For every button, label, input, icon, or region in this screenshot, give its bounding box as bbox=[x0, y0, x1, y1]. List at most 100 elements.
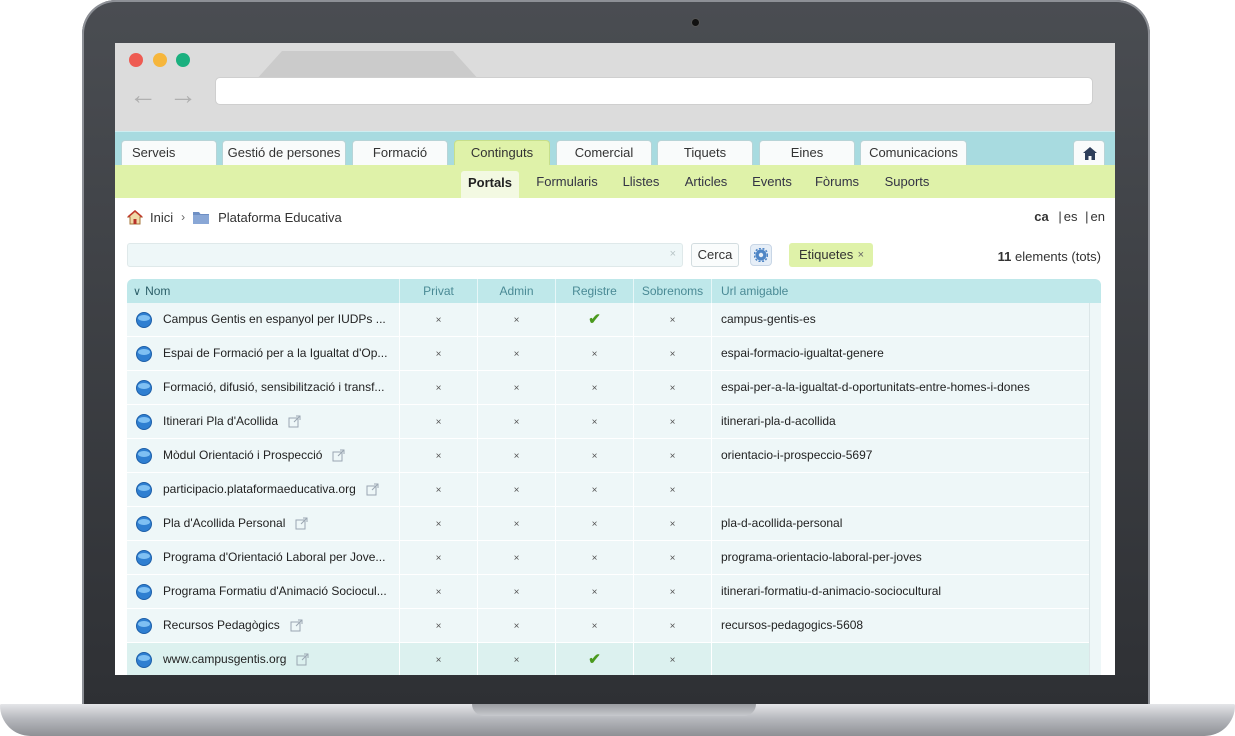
tab-formacio[interactable]: Formació bbox=[352, 140, 448, 166]
external-link-icon[interactable] bbox=[366, 483, 379, 496]
table-row[interactable]: www.campusgentis.org × × ✔ × bbox=[127, 643, 1089, 675]
lang-en[interactable]: en bbox=[1091, 209, 1105, 224]
table-row[interactable]: Pla d'Acollida Personal × × × × pla-d-acollid… bbox=[127, 507, 1089, 541]
clear-search-icon[interactable]: × bbox=[670, 248, 676, 260]
friendly-url-text: itinerari-formatiu-d-animacio-sociocultu… bbox=[721, 584, 942, 598]
back-arrow-icon[interactable]: ← bbox=[129, 81, 157, 109]
column-header-admin[interactable]: Admin bbox=[477, 279, 555, 303]
tab-comunicacions[interactable]: Comunicacions bbox=[860, 140, 967, 166]
cell-admin: × bbox=[477, 575, 555, 609]
cross-mark-icon: × bbox=[591, 587, 598, 598]
cross-mark-icon: × bbox=[591, 451, 598, 462]
tags-filter-chip[interactable]: Etiquetes × bbox=[789, 243, 873, 267]
cell-nom: Pla d'Acollida Personal bbox=[127, 507, 399, 541]
portal-name-link[interactable]: Programa Formatiu d'Animació Sociocul... bbox=[163, 575, 387, 608]
cell-registre: × bbox=[555, 609, 633, 643]
home-icon bbox=[1083, 147, 1097, 160]
lang-es[interactable]: es bbox=[1064, 209, 1078, 224]
cell-sobrenoms: × bbox=[633, 303, 711, 337]
maximize-window-button[interactable] bbox=[176, 53, 190, 67]
submenu-llistes[interactable]: Llistes bbox=[615, 171, 667, 193]
tab-eines[interactable]: Eines bbox=[759, 140, 855, 166]
portal-name-link[interactable]: Mòdul Orientació i Prospecció bbox=[163, 439, 322, 472]
cell-sobrenoms: × bbox=[633, 541, 711, 575]
folder-icon bbox=[193, 211, 210, 224]
column-header-sobrenoms[interactable]: Sobrenoms bbox=[633, 279, 711, 303]
cross-mark-icon: × bbox=[669, 451, 676, 462]
external-link-icon[interactable] bbox=[290, 619, 303, 632]
tab-tiquets[interactable]: Tiquets bbox=[657, 140, 753, 166]
minimize-window-button[interactable] bbox=[153, 53, 167, 67]
globe-icon bbox=[136, 584, 152, 600]
portal-name-link[interactable]: participacio.plataformaeducativa.org bbox=[163, 473, 356, 506]
cell-privat: × bbox=[399, 507, 477, 541]
browser-chrome: ← → bbox=[115, 43, 1115, 131]
table-row[interactable]: Formació, difusió, sensibilització i tra… bbox=[127, 371, 1089, 405]
breadcrumb-current[interactable]: Plataforma Educativa bbox=[218, 210, 342, 225]
breadcrumb-home-link[interactable]: Inici bbox=[150, 210, 173, 225]
search-input[interactable]: × bbox=[127, 243, 683, 267]
cell-registre: ✔ bbox=[555, 303, 633, 337]
close-window-button[interactable] bbox=[129, 53, 143, 67]
portal-name-link[interactable]: Recursos Pedagògics bbox=[163, 609, 280, 642]
tab-continguts[interactable]: Continguts bbox=[454, 140, 550, 166]
table-row[interactable]: Espai de Formació per a la Igualtat d'Op… bbox=[127, 337, 1089, 371]
submenu-portals[interactable]: Portals bbox=[461, 171, 519, 198]
portal-name-link[interactable]: Formació, difusió, sensibilització i tra… bbox=[163, 371, 384, 404]
home-button[interactable] bbox=[1073, 140, 1105, 166]
column-header-registre[interactable]: Registre bbox=[555, 279, 633, 303]
tab-serveis[interactable]: Serveis bbox=[121, 140, 217, 166]
table-row[interactable]: Campus Gentis en espanyol per IUDPs ... ×… bbox=[127, 303, 1089, 337]
external-link-icon[interactable] bbox=[288, 415, 301, 428]
table-scrollbar[interactable] bbox=[1089, 303, 1101, 675]
external-link-icon[interactable] bbox=[332, 449, 345, 462]
submenu-suports[interactable]: Suports bbox=[877, 171, 937, 193]
gear-icon bbox=[754, 248, 768, 262]
cross-mark-icon: × bbox=[591, 349, 598, 360]
lang-ca[interactable]: ca bbox=[1034, 209, 1048, 224]
external-link-icon[interactable] bbox=[296, 653, 309, 666]
cross-mark-icon: × bbox=[435, 451, 442, 462]
table-row[interactable]: Recursos Pedagògics × × × × recursos-pedagogi… bbox=[127, 609, 1089, 643]
tab-gestio-persones[interactable]: Gestió de persones bbox=[222, 140, 346, 166]
table-row[interactable]: Programa d'Orientació Laboral per Jove..… bbox=[127, 541, 1089, 575]
portal-name-link[interactable]: Pla d'Acollida Personal bbox=[163, 507, 285, 540]
external-link-icon[interactable] bbox=[295, 517, 308, 530]
globe-icon bbox=[136, 652, 152, 668]
submenu-events[interactable]: Events bbox=[747, 171, 797, 193]
table-row[interactable]: participacio.plataformaeducativa.org × × × × bbox=[127, 473, 1089, 507]
portal-name-link[interactable]: Campus Gentis en espanyol per IUDPs ... bbox=[163, 303, 386, 336]
cell-url-amigable bbox=[711, 473, 1089, 507]
cross-mark-icon: × bbox=[669, 485, 676, 496]
forward-arrow-icon[interactable]: → bbox=[169, 81, 197, 109]
cell-nom: Campus Gentis en espanyol per IUDPs ... bbox=[127, 303, 399, 337]
column-header-url-amigable[interactable]: Url amigable bbox=[711, 279, 1101, 303]
portal-name-link[interactable]: Espai de Formació per a la Igualtat d'Op… bbox=[163, 337, 387, 370]
tab-comercial[interactable]: Comercial bbox=[556, 140, 652, 166]
column-header-nom[interactable]: ∨ Nom bbox=[127, 279, 399, 303]
remove-tag-icon[interactable]: × bbox=[858, 243, 864, 267]
submenu-forums[interactable]: Fòrums bbox=[809, 171, 865, 193]
lang-separator: | bbox=[1085, 209, 1089, 224]
settings-button[interactable] bbox=[750, 244, 772, 266]
portal-name-link[interactable]: Programa d'Orientació Laboral per Jove..… bbox=[163, 541, 385, 574]
cross-mark-icon: × bbox=[435, 655, 442, 666]
portal-name-link[interactable]: www.campusgentis.org bbox=[163, 643, 286, 675]
cell-admin: × bbox=[477, 609, 555, 643]
cell-admin: × bbox=[477, 303, 555, 337]
cell-sobrenoms: × bbox=[633, 473, 711, 507]
submenu-articles[interactable]: Articles bbox=[675, 171, 737, 193]
cell-registre: × bbox=[555, 439, 633, 473]
globe-icon bbox=[136, 312, 152, 328]
search-button[interactable]: Cerca bbox=[691, 243, 739, 267]
address-bar[interactable] bbox=[215, 77, 1093, 105]
submenu-formularis[interactable]: Formularis bbox=[531, 171, 603, 193]
table-row[interactable]: Programa Formatiu d'Animació Sociocul...… bbox=[127, 575, 1089, 609]
cross-mark-icon: × bbox=[669, 315, 676, 326]
cross-mark-icon: × bbox=[435, 349, 442, 360]
cross-mark-icon: × bbox=[435, 485, 442, 496]
table-row[interactable]: Mòdul Orientació i Prospecció × × × × orienta… bbox=[127, 439, 1089, 473]
column-header-privat[interactable]: Privat bbox=[399, 279, 477, 303]
portal-name-link[interactable]: Itinerari Pla d'Acollida bbox=[163, 405, 278, 438]
table-row[interactable]: Itinerari Pla d'Acollida × × × × itinerari-pl… bbox=[127, 405, 1089, 439]
